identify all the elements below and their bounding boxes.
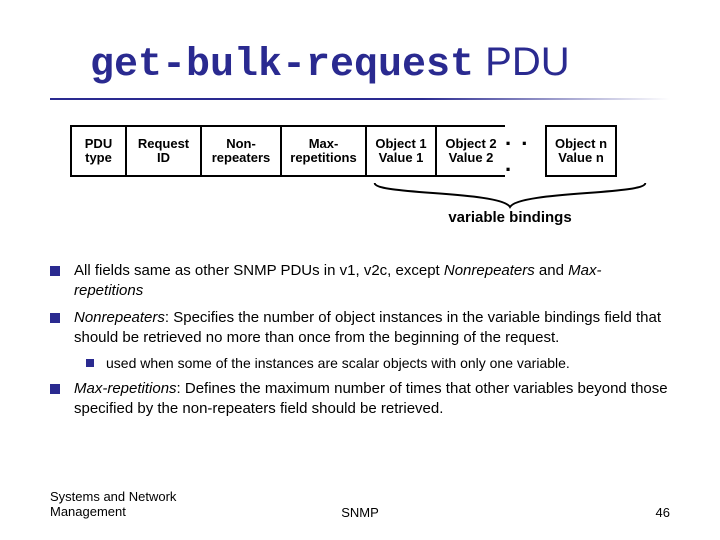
cell-maxrepetitions: Max- repetitions xyxy=(280,125,365,177)
title-suffix: PDU xyxy=(474,40,570,84)
cell-text: PDU xyxy=(80,137,117,151)
cell-pdu-type: PDU type xyxy=(70,125,125,177)
bullet-3: Max-repetitions: Defines the maximum num… xyxy=(50,379,670,420)
bullet-list: All fields same as other SNMP PDUs in v1… xyxy=(50,261,670,419)
text-run: and xyxy=(535,262,568,279)
cell-nonrepeaters: Non- repeaters xyxy=(200,125,280,177)
title-code: get-bulk-request xyxy=(90,43,474,88)
slide-title: get-bulk-request PDU xyxy=(90,40,670,88)
bullet-text: used when some of the instances are scal… xyxy=(106,354,670,373)
cell-text: Object 2 xyxy=(445,137,497,151)
pdu-row: PDU type Request ID Non- repeaters Max- … xyxy=(70,125,650,177)
bullet-text: Max-repetitions: Defines the maximum num… xyxy=(74,379,670,420)
bullet-square-icon xyxy=(86,359,94,367)
cell-text: Request xyxy=(135,137,192,151)
cell-object-n: Object n Value n xyxy=(545,125,617,177)
term-nonrepeaters: Nonrepeaters xyxy=(444,262,535,279)
title-underline xyxy=(50,98,670,100)
cell-object-2: Object 2 Value 2 xyxy=(435,125,505,177)
cell-text: ID xyxy=(135,151,192,165)
term-nonrepeaters: Nonrepeaters xyxy=(74,309,165,326)
cell-text: Value n xyxy=(555,151,607,165)
bullet-square-icon xyxy=(50,384,60,394)
bullet-1: All fields same as other SNMP PDUs in v1… xyxy=(50,261,670,302)
bullet-text: Nonrepeaters: Specifies the number of ob… xyxy=(74,308,670,349)
bullet-2: Nonrepeaters: Specifies the number of ob… xyxy=(50,308,670,349)
text-run: All fields same as other SNMP PDUs in v1… xyxy=(74,262,444,279)
brace-icon xyxy=(370,181,650,211)
bullet-text: All fields same as other SNMP PDUs in v1… xyxy=(74,261,670,302)
cell-text: Object 1 xyxy=(375,137,427,151)
slide: get-bulk-request PDU PDU type Request ID… xyxy=(0,0,720,540)
brace-area: variable bindings xyxy=(70,181,650,241)
cell-text: Non- xyxy=(210,137,272,151)
cell-request-id: Request ID xyxy=(125,125,200,177)
footer-center: SNMP xyxy=(50,505,670,520)
bullet-square-icon xyxy=(50,313,60,323)
bullet-2-sub: used when some of the instances are scal… xyxy=(86,354,670,373)
cell-text: repetitions xyxy=(290,151,357,165)
cell-text: Value 1 xyxy=(375,151,427,165)
bullet-square-icon xyxy=(50,266,60,276)
footer-line: Systems and Network xyxy=(50,489,176,505)
ellipsis: . . . xyxy=(505,125,545,177)
cell-text: type xyxy=(80,151,117,165)
term-maxrepetitions: Max-repetitions xyxy=(74,380,177,397)
cell-text: Max- xyxy=(290,137,357,151)
cell-text: repeaters xyxy=(210,151,272,165)
pdu-diagram: PDU type Request ID Non- repeaters Max- … xyxy=(70,125,650,241)
cell-text: Value 2 xyxy=(445,151,497,165)
cell-text: Object n xyxy=(555,137,607,151)
brace-label: variable bindings xyxy=(370,209,650,226)
cell-object-1: Object 1 Value 1 xyxy=(365,125,435,177)
slide-footer: Systems and Network Management SNMP 46 xyxy=(50,489,670,520)
